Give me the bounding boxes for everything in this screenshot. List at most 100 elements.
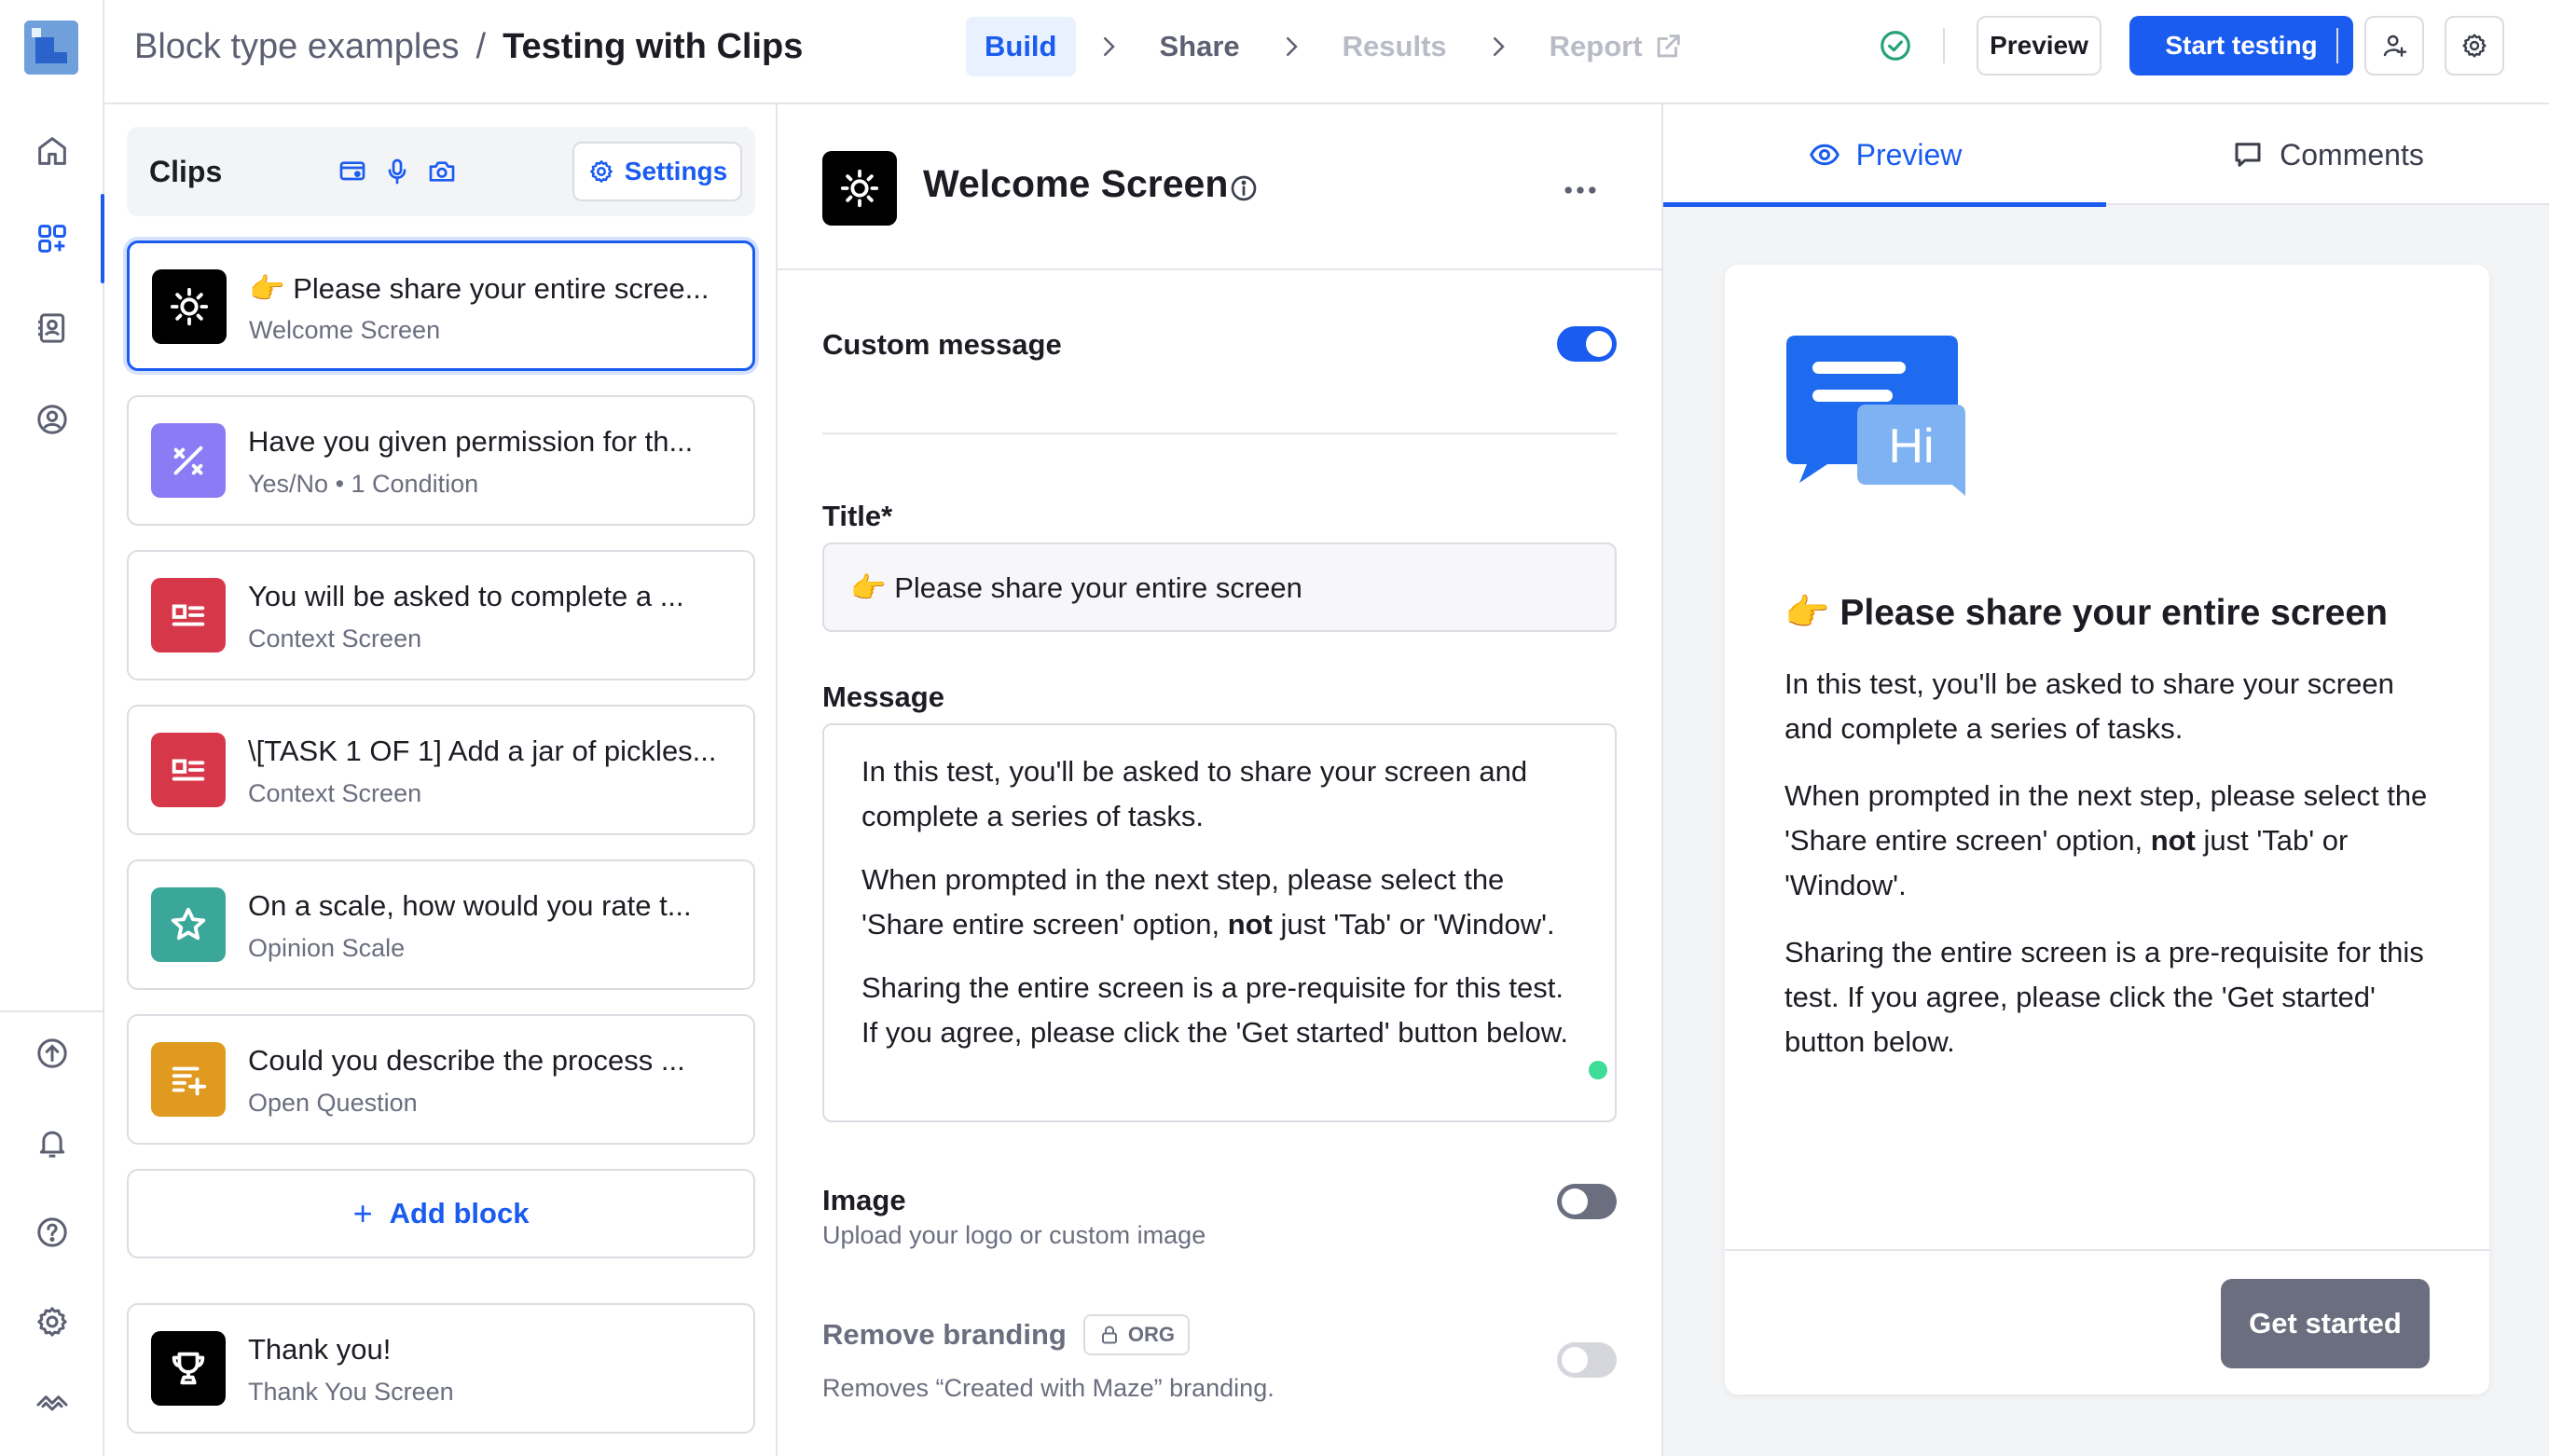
preview-card: Hi 👉 Please share your entire screen In …	[1725, 265, 2489, 1394]
test-settings-button[interactable]	[2445, 16, 2504, 76]
step-report-label: Report	[1549, 30, 1643, 62]
block-opinion-scale[interactable]: On a scale, how would you rate t... Opin…	[127, 859, 755, 990]
custom-message-label: Custom message	[822, 328, 1062, 361]
block-type: Welcome Screen	[249, 316, 441, 344]
block-icon-tile	[151, 887, 226, 962]
tab-preview-label: Preview	[1855, 137, 1963, 172]
sun-icon	[170, 287, 209, 326]
settings-icon[interactable]	[24, 1294, 80, 1350]
message-paragraph: In this test, you'll be asked to share y…	[861, 755, 1528, 832]
block-title: Have you given permission for th...	[248, 425, 694, 458]
left-rail	[0, 0, 104, 1456]
plus-icon: +	[352, 1194, 373, 1232]
gear-icon	[589, 160, 613, 183]
block-type: Thank You Screen	[248, 1378, 454, 1406]
clips-settings-label: Settings	[624, 157, 728, 185]
step-report[interactable]: Report	[1531, 17, 1702, 76]
step-share[interactable]: Share	[1141, 17, 1259, 76]
add-block-button[interactable]: + Add block	[127, 1169, 755, 1258]
start-testing-button[interactable]: Start testing	[2129, 16, 2353, 76]
block-title: On a scale, how would you rate t...	[248, 889, 692, 922]
breadcrumb-project[interactable]: Block type examples	[134, 27, 460, 67]
context-icon	[172, 759, 205, 781]
rail-divider	[0, 1010, 104, 1012]
blocks-panel: Clips Settings 👉 Please share your entir…	[104, 104, 778, 1456]
remove-branding-label: Remove branding	[822, 1318, 1067, 1351]
get-started-button[interactable]: Get started	[2221, 1279, 2430, 1368]
breadcrumb-test-name[interactable]: Testing with Clips	[503, 27, 803, 67]
app-logo[interactable]	[24, 21, 78, 75]
preview-tabs: Preview Comments	[1663, 104, 2549, 207]
open-question-icon	[172, 1066, 207, 1096]
maze-logo-icon[interactable]	[24, 1372, 80, 1428]
block-icon-tile	[152, 269, 227, 344]
bell-icon[interactable]	[24, 1115, 80, 1171]
image-help-text: Upload your logo or custom image	[822, 1221, 1206, 1249]
clips-header: Clips Settings	[127, 127, 755, 216]
image-toggle[interactable]	[1557, 1184, 1617, 1219]
block-title: \[TASK 1 OF 1] Add a jar of pickles...	[248, 735, 717, 767]
block-icon-tile	[151, 423, 226, 498]
block-context-screen[interactable]: \[TASK 1 OF 1] Add a jar of pickles... C…	[127, 705, 755, 835]
contacts-icon[interactable]	[24, 300, 80, 356]
block-icon-tile	[151, 1042, 226, 1117]
block-welcome-screen[interactable]: 👉 Please share your entire scree... Welc…	[127, 240, 755, 371]
image-label: Image	[822, 1184, 906, 1216]
block-type: Context Screen	[248, 625, 422, 652]
user-settings-icon[interactable]	[24, 391, 80, 447]
chevron-right-icon	[1493, 37, 1505, 56]
lock-icon	[1101, 1326, 1117, 1344]
grammar-indicator[interactable]	[1589, 1061, 1607, 1079]
block-context-screen[interactable]: You will be asked to complete a ... Cont…	[127, 550, 755, 680]
preview-button[interactable]: Preview	[1977, 16, 2101, 76]
preview-paragraph: Sharing the entire screen is a pre-requi…	[1784, 936, 2424, 1058]
title-label: Title*	[822, 500, 893, 532]
microphone-icon	[388, 158, 406, 185]
clips-title: Clips	[149, 155, 223, 188]
screen-record-icon	[339, 161, 365, 181]
step-results[interactable]: Results	[1324, 17, 1466, 76]
block-icon-tile	[151, 578, 226, 652]
section-divider	[822, 433, 1617, 434]
comment-icon	[2235, 143, 2261, 167]
step-build[interactable]: Build	[966, 17, 1076, 76]
org-badge: ORG	[1082, 1314, 1190, 1355]
message-paragraph: When prompted in the next step, please s…	[861, 858, 1578, 947]
block-icon-tile	[151, 1331, 226, 1406]
block-open-question[interactable]: Could you describe the process ... Open …	[127, 1014, 755, 1145]
preview-bold-text: not	[2150, 824, 2196, 857]
help-icon[interactable]	[24, 1204, 80, 1260]
header-divider	[1943, 28, 1945, 63]
home-icon[interactable]	[24, 123, 80, 179]
chat-bubbles-illustration: Hi	[1786, 336, 1965, 496]
step-nav: Build Share Results Report	[966, 17, 1702, 76]
tab-preview[interactable]: Preview	[1663, 104, 2106, 207]
editor-header: Welcome Screen	[778, 104, 1661, 270]
custom-message-toggle[interactable]	[1557, 326, 1617, 362]
block-type: Open Question	[248, 1089, 418, 1117]
block-thank-you[interactable]: Thank you! Thank You Screen	[127, 1303, 755, 1434]
block-title: Could you describe the process ...	[248, 1044, 685, 1077]
preview-title: 👉 Please share your entire screen	[1784, 593, 2388, 633]
remove-branding-toggle[interactable]	[1557, 1342, 1617, 1378]
clips-settings-button[interactable]: Settings	[572, 142, 742, 201]
trophy-icon	[172, 1352, 205, 1385]
message-label: Message	[822, 680, 944, 713]
message-paragraph: Sharing the entire screen is a pre-requi…	[861, 971, 1569, 1049]
message-textarea[interactable]: In this test, you'll be asked to share y…	[822, 723, 1617, 1122]
block-title: Thank you!	[248, 1333, 392, 1366]
collaborators-button[interactable]	[2364, 16, 2424, 76]
blocks-icon[interactable]	[24, 211, 80, 267]
preview-panel: Preview Comments Hi 👉 Please share your …	[1663, 104, 2549, 1456]
info-icon[interactable]	[1229, 173, 1259, 203]
header-divider-2	[2336, 28, 2338, 63]
preview-divider	[1725, 1249, 2489, 1251]
upgrade-icon[interactable]	[24, 1025, 80, 1081]
editor-block-title: Welcome Screen	[923, 162, 1229, 205]
preview-paragraph: In this test, you'll be asked to share y…	[1784, 667, 2394, 745]
block-title: 👉 Please share your entire scree...	[249, 272, 710, 305]
title-input[interactable]: 👉 Please share your entire screen	[822, 543, 1617, 632]
more-options-icon[interactable]	[1557, 170, 1604, 207]
block-yes-no[interactable]: Have you given permission for th... Yes/…	[127, 395, 755, 526]
tab-comments[interactable]: Comments	[2106, 104, 2549, 205]
